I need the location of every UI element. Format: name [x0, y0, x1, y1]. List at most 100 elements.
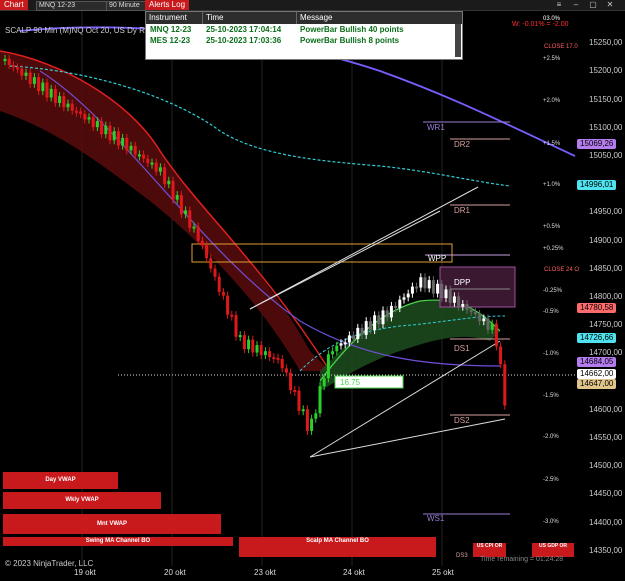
pct-label: +1.0% — [543, 182, 561, 188]
scalp-ma-box: Scalp MA Channel BO — [239, 537, 436, 557]
candle-body — [70, 103, 74, 111]
candle-body — [125, 137, 129, 151]
close-icon[interactable]: ✕ — [606, 1, 614, 9]
candle-body — [457, 296, 461, 307]
level-dr1: DR1 — [454, 206, 471, 215]
close-prev: CLOSE 17.0 — [544, 44, 578, 50]
pct-label: +1.5% — [543, 141, 561, 147]
candle-body — [356, 327, 360, 339]
tab-alerts-log[interactable]: Alerts Log — [145, 0, 190, 10]
candle-body — [116, 131, 120, 146]
candle-body — [402, 297, 406, 300]
pct-label: -2.5% — [543, 477, 559, 483]
alert-time: 25-10-2023 17:04:14 — [206, 25, 282, 34]
price-tick: 14600,00 — [589, 405, 623, 414]
mnt-vwap-box: Mnt VWAP — [3, 514, 221, 534]
price-tick: 14850,00 — [589, 264, 623, 273]
level-ds1: DS1 — [454, 344, 470, 353]
candle-body — [137, 154, 141, 157]
date-label: 20 okt — [164, 568, 186, 577]
alert-message: PowerBar Bullish 40 points — [300, 25, 404, 34]
candle-body — [142, 154, 146, 159]
candle-body — [419, 277, 423, 288]
price-tick: 15200,00 — [589, 66, 623, 75]
alerts-scrollbar[interactable] — [455, 24, 461, 57]
candle-body — [490, 323, 494, 330]
candle-body — [499, 346, 503, 365]
candle-body — [58, 96, 62, 103]
chart-panel[interactable]: SCALP 90 Min (M)NQ Oct 20, US Dy RTH 16.… — [0, 11, 625, 581]
candle-body — [440, 283, 444, 299]
pct-label: +2.5% — [543, 56, 561, 62]
price-tag: 14662,00 — [577, 369, 617, 379]
candle-body — [305, 409, 309, 431]
candle-body — [150, 162, 154, 165]
candle-body — [335, 345, 339, 352]
price-tick: 15150,00 — [589, 95, 623, 104]
instrument-select[interactable]: MNQ 12-23 — [36, 1, 108, 11]
price-tick: 14500,00 — [589, 461, 623, 470]
candle-body — [415, 286, 419, 289]
alert-message: PowerBar Bullish 8 points — [300, 36, 400, 45]
price-tag: 14780,58 — [577, 303, 617, 313]
candle-body — [24, 72, 28, 76]
price-tag: 14996,01 — [577, 180, 617, 190]
candle-body — [32, 77, 36, 84]
candle-body — [221, 291, 225, 296]
date-label: 19 okt — [74, 568, 96, 577]
alert-row[interactable]: MNQ 12-23 25-10-2023 17:04:14 PowerBar B… — [146, 24, 462, 35]
candle-body — [133, 145, 137, 155]
candle-body — [49, 88, 53, 98]
candle-body — [100, 121, 104, 135]
candle-body — [209, 258, 213, 269]
wkly-vwap-box: Wkly VWAP — [3, 492, 161, 509]
candle-body — [301, 409, 305, 412]
candle-body — [478, 313, 482, 322]
candle-body — [259, 345, 263, 356]
candle-body — [326, 354, 330, 379]
alerts-log-window[interactable]: Instrument Time Message MNQ 12-23 25-10-… — [145, 11, 463, 60]
candle-body — [347, 335, 351, 343]
candle-body — [184, 210, 188, 215]
alert-row[interactable]: MES 12-23 25-10-2023 17:03:36 PowerBar B… — [146, 35, 462, 46]
candle-body — [368, 321, 372, 331]
col-instrument[interactable]: Instrument — [146, 12, 203, 24]
candle-body — [431, 280, 435, 294]
maximize-icon[interactable]: ▢ — [589, 1, 597, 9]
alert-instrument: MNQ 12-23 — [150, 25, 192, 34]
candle-body — [310, 418, 314, 431]
candle-body — [465, 303, 469, 311]
swing-ma-box: Swing MA Channel BO — [3, 537, 233, 546]
price-tick: 14350,00 — [589, 546, 623, 555]
candle-body — [263, 351, 267, 356]
price-tag: 14684,05 — [577, 357, 617, 367]
level-ds2: DS2 — [454, 416, 470, 425]
price-tick: 14750,00 — [589, 320, 623, 329]
col-message[interactable]: Message — [297, 12, 450, 24]
candle-body — [112, 131, 116, 141]
candle-body — [154, 162, 158, 172]
menu-icon[interactable]: ≡ — [555, 1, 563, 9]
minimize-icon[interactable]: – — [572, 1, 580, 9]
candle-body — [188, 210, 192, 228]
candle-body — [242, 335, 246, 350]
candle-body — [230, 314, 234, 317]
candle-body — [28, 72, 32, 84]
weekly-change: W: -0.01% = -2.00 — [512, 21, 569, 28]
level-ds3: DS3 — [456, 553, 468, 559]
price-tick: 14550,00 — [589, 433, 623, 442]
candle-body — [389, 305, 393, 318]
candle-body — [196, 226, 200, 241]
price-tick: 15050,00 — [589, 151, 623, 160]
timeframe-select[interactable]: 90 Minute — [106, 1, 146, 11]
candle-body — [373, 315, 377, 331]
chart-header: SCALP 90 Min (M)NQ Oct 20, US Dy RTH — [5, 26, 156, 35]
candle-body — [251, 339, 255, 353]
col-time[interactable]: Time — [203, 12, 297, 24]
tab-chart[interactable]: Chart — [0, 0, 28, 10]
candle-body — [158, 167, 162, 172]
candle-body — [16, 67, 20, 70]
candle-body — [83, 113, 87, 120]
candle-body — [79, 111, 83, 114]
candle-body — [66, 103, 70, 108]
